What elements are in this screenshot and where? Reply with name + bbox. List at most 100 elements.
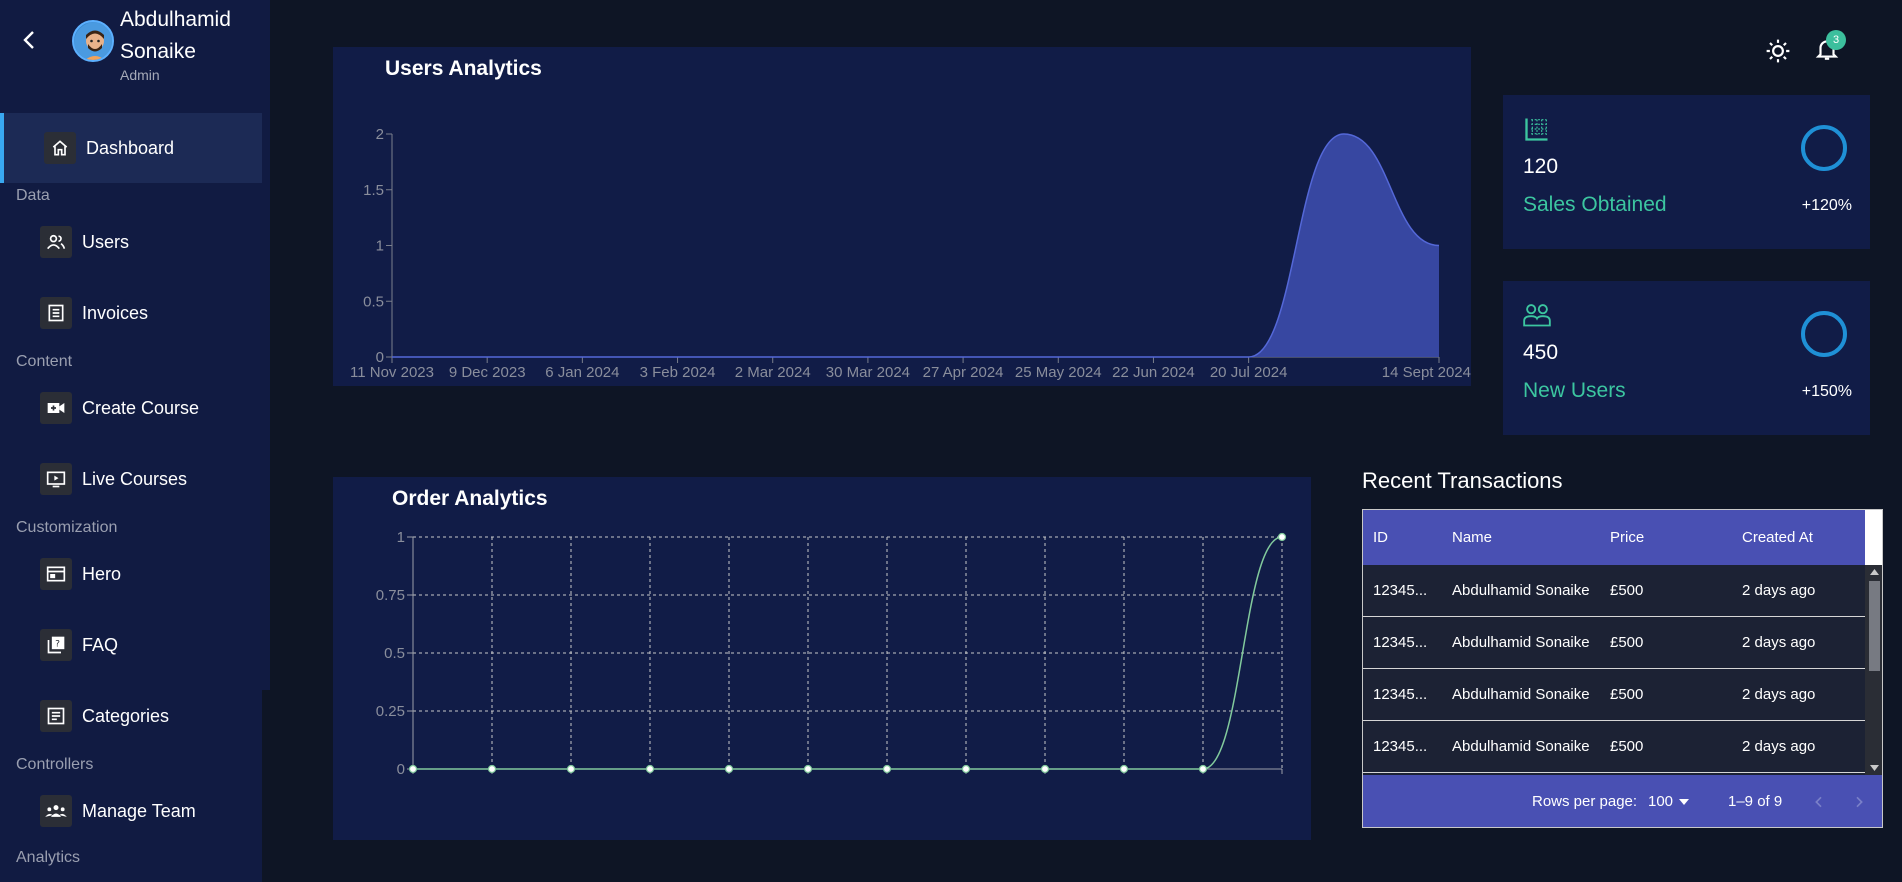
cell-name: Abdulhamid Sonaike <box>1452 738 1590 755</box>
x-tick-label: 22 Jun 2024 <box>1112 364 1195 381</box>
team-icon <box>40 795 72 827</box>
cell-name: Abdulhamid Sonaike <box>1452 634 1590 651</box>
user-name: Abdulhamid Sonaike <box>120 8 231 63</box>
cell-price: £500 <box>1610 738 1644 755</box>
column-header-id[interactable]: ID <box>1373 529 1388 546</box>
column-header-price[interactable]: Price <box>1610 529 1644 546</box>
y-tick-label: 0.25 <box>376 703 405 720</box>
data-point <box>487 764 497 774</box>
order-analytics-panel: Order Analytics 0 0.25 0.5 0.75 1 <box>333 477 1311 840</box>
cell-created-at: 2 days ago <box>1742 582 1816 599</box>
sidebar-item-label: Live Courses <box>82 468 188 489</box>
recent-transactions-title: Recent Transactions <box>1362 468 1563 493</box>
stat-label: Sales Obtained <box>1523 193 1667 216</box>
users-icon <box>40 226 72 258</box>
notification-badge: 3 <box>1826 30 1846 50</box>
data-point <box>1040 764 1050 774</box>
section-label-data: Data <box>16 187 50 204</box>
rows-per-page-label: Rows per page: <box>1532 793 1638 810</box>
cell-id: 12345... <box>1373 738 1428 755</box>
sidebar-item-manage-team[interactable]: Manage Team <box>0 776 262 846</box>
table-row[interactable]: 12345... Abdulhamid Sonaike £500 2 days … <box>1363 565 1865 617</box>
avatar[interactable] <box>72 20 114 62</box>
sidebar-item-users[interactable]: Users <box>0 207 262 277</box>
sidebar-item-dashboard[interactable]: Dashboard <box>0 113 262 183</box>
scroll-down-icon[interactable] <box>1870 765 1879 771</box>
stat-label: New Users <box>1523 379 1626 402</box>
cell-id: 12345... <box>1373 582 1428 599</box>
progress-ring <box>1801 311 1847 357</box>
scroll-up-icon[interactable] <box>1870 569 1879 575</box>
y-tick-label: 0 <box>397 761 405 778</box>
table-pagination: Rows per page: 100 1–9 of 9 <box>1363 775 1882 827</box>
section-label-analytics: Analytics <box>16 849 81 866</box>
section-label-content: Content <box>16 353 73 370</box>
sidebar-item-live-courses[interactable]: Live Courses <box>0 444 262 514</box>
sidebar-item-label: Create Course <box>82 397 200 418</box>
caret-down-icon[interactable] <box>1679 799 1689 805</box>
sidebar-item-label: Hero <box>82 563 122 584</box>
table-scrollbar[interactable] <box>1865 565 1882 775</box>
chevron-left-icon[interactable] <box>18 28 42 52</box>
table-header: ID Name Price Created At <box>1363 510 1865 565</box>
sun-icon[interactable] <box>1765 38 1791 64</box>
data-point <box>803 764 813 774</box>
table-row[interactable]: 12345... Abdulhamid Sonaike £500 2 days … <box>1363 617 1865 669</box>
y-tick-label: 1 <box>376 238 384 255</box>
data-point <box>724 764 734 774</box>
y-tick-label: 1 <box>397 529 405 546</box>
sidebar-item-label: Categories <box>82 705 170 726</box>
scrollbar-thumb[interactable] <box>1869 581 1880 671</box>
rows-per-page-select[interactable]: 100 <box>1648 793 1673 810</box>
sidebar-item-create-course[interactable]: Create Course <box>0 373 262 443</box>
table-row[interactable]: 12345... Abdulhamid Sonaike £500 2 days … <box>1363 721 1865 773</box>
stat-card-sales: 120 Sales Obtained +120% <box>1503 95 1870 249</box>
sidebar-item-categories[interactable]: Categories <box>0 681 262 751</box>
table-row[interactable]: 12345... Abdulhamid Sonaike £500 2 days … <box>1363 669 1865 721</box>
x-tick-label: 2 Mar 2024 <box>735 364 811 381</box>
data-point <box>882 764 892 774</box>
stat-change: +120% <box>1801 197 1852 214</box>
invoice-icon <box>40 297 72 329</box>
prev-page-icon[interactable] <box>1811 794 1827 810</box>
stat-card-new-users: 450 New Users +150% <box>1503 281 1870 435</box>
data-point <box>408 764 418 774</box>
stat-change: +150% <box>1801 383 1852 400</box>
x-tick-label: 25 May 2024 <box>1015 364 1102 381</box>
y-tick-label: 0.5 <box>384 645 405 662</box>
category-icon <box>40 700 72 732</box>
cell-id: 12345... <box>1373 634 1428 651</box>
quiz-icon: ? <box>40 629 72 661</box>
sidebar-item-label: Users <box>82 231 130 252</box>
section-label-customization: Customization <box>16 519 118 536</box>
data-point <box>1119 764 1129 774</box>
home-icon <box>44 132 76 164</box>
data-point <box>645 764 655 774</box>
people-icon <box>1523 304 1551 327</box>
sidebar-item-hero[interactable]: Hero <box>0 539 262 609</box>
sidebar-item-invoices[interactable]: Invoices <box>0 278 262 348</box>
svg-text:?: ? <box>55 639 60 650</box>
cell-name: Abdulhamid Sonaike <box>1452 582 1590 599</box>
data-point <box>1277 532 1287 542</box>
x-tick-label: 27 Apr 2024 <box>923 364 1004 381</box>
y-tick-label: 0.75 <box>376 587 405 604</box>
column-header-created-at[interactable]: Created At <box>1742 529 1813 546</box>
next-page-icon[interactable] <box>1851 794 1867 810</box>
x-tick-label: 11 Nov 2023 <box>350 364 434 381</box>
y-tick-label: 1.5 <box>363 182 384 199</box>
users-analytics-panel: Users Analytics 0 0.5 1 1.5 2 11 Nov 2023 9 De… <box>333 47 1471 386</box>
cell-created-at: 2 days ago <box>1742 738 1816 755</box>
sidebar-item-label: Invoices <box>82 302 149 323</box>
sidebar-item-label: Dashboard <box>86 137 175 158</box>
order-analytics-chart: 0 0.25 0.5 0.75 1 <box>376 529 1287 778</box>
column-header-name[interactable]: Name <box>1452 529 1492 546</box>
cell-created-at: 2 days ago <box>1742 686 1816 703</box>
transactions-table: ID Name Price Created At 12345... Abdulh… <box>1362 509 1883 828</box>
sidebar-scroll-gutter <box>262 690 270 882</box>
sidebar-item-faq[interactable]: ? FAQ <box>0 610 262 680</box>
data-point <box>1198 764 1208 774</box>
progress-ring <box>1801 125 1847 171</box>
x-tick-label: 6 Jan 2024 <box>545 364 619 381</box>
data-point <box>566 764 576 774</box>
